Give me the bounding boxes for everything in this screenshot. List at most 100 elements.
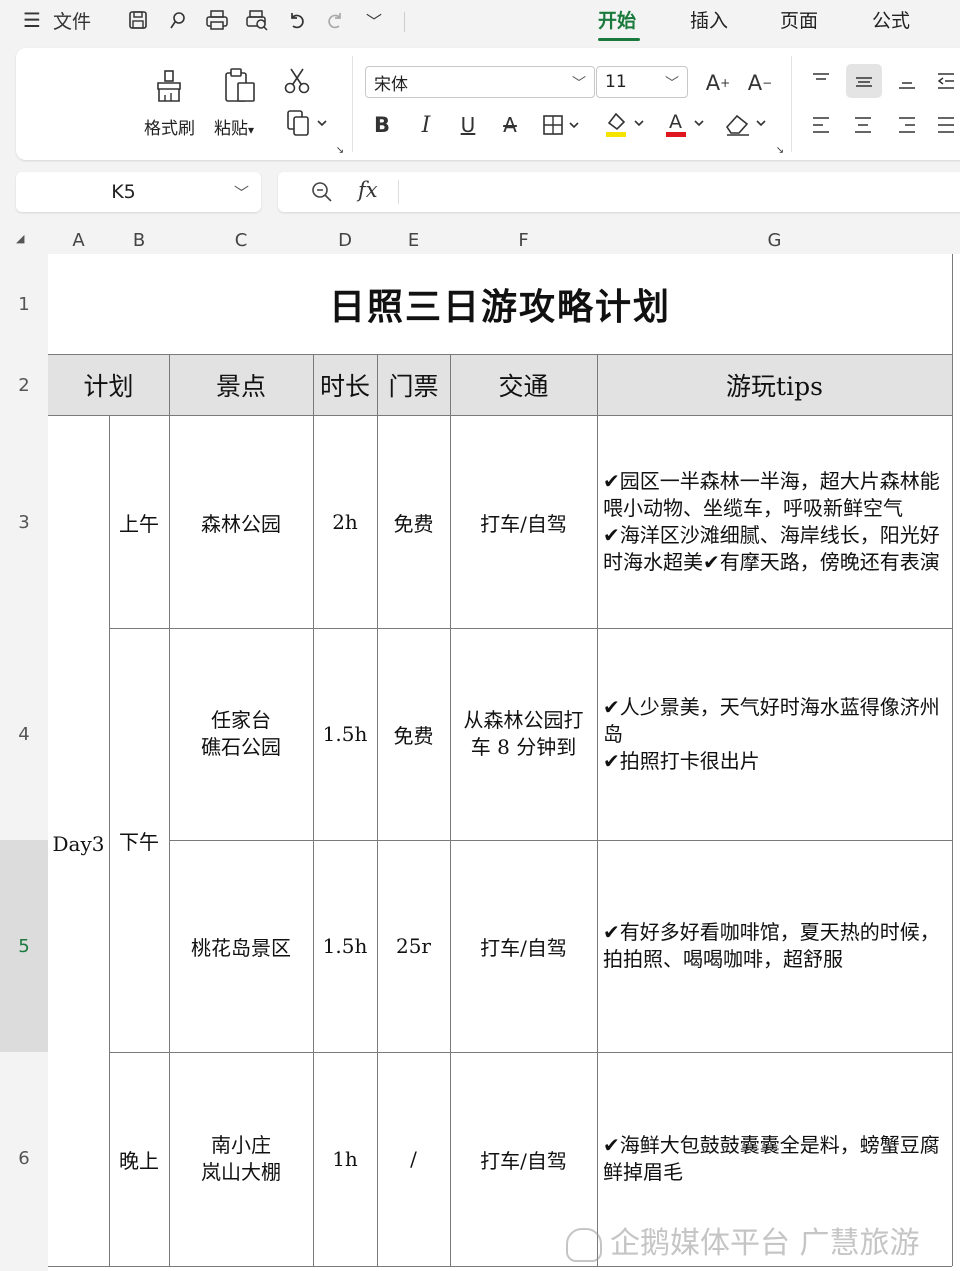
header-plan[interactable]: 计划 (48, 354, 169, 416)
header-duration[interactable]: 时长 (313, 354, 377, 416)
clear-format-icon[interactable] (722, 108, 772, 140)
header-transport[interactable]: 交通 (450, 354, 597, 416)
transport-cell[interactable]: 打车/自驾 (450, 840, 597, 1052)
tab-page[interactable]: 页面 (780, 6, 818, 33)
font-launcher-icon[interactable]: ↘ (774, 144, 786, 156)
strikethrough-icon[interactable]: A (496, 110, 524, 140)
transport-cell[interactable]: 打车/自驾 (450, 416, 597, 628)
spot-cell[interactable]: 森林公园 (169, 416, 313, 628)
worksheet[interactable]: 日照三日游攻略计划 计划 景点 时长 门票 交通 游玩tips Day3 上午 … (48, 254, 960, 1271)
justify-icon[interactable] (932, 110, 960, 140)
tips-cell[interactable]: ✔人少景美，天气好时海水蓝得像济州岛 ✔拍照打卡很出片 (597, 628, 952, 840)
gridline (109, 628, 952, 629)
row-header-5[interactable]: 5 (0, 840, 50, 1052)
row-header-4[interactable]: 4 (0, 628, 48, 840)
gridline (48, 1266, 952, 1267)
chevron-down-icon[interactable]: ﹀ (234, 182, 249, 203)
row-header-6[interactable]: 6 (0, 1052, 48, 1264)
bold-icon[interactable]: B (368, 110, 396, 140)
underline-icon[interactable]: U (454, 110, 482, 140)
spot-cell[interactable]: 桃花岛景区 (169, 840, 313, 1052)
gridline (313, 354, 314, 1266)
paste-icon[interactable] (222, 66, 258, 104)
tab-formula[interactable]: 公式 (872, 6, 910, 33)
transport-cell[interactable]: 从森林公园打车 8 分钟到 (450, 628, 597, 840)
export-icon[interactable] (164, 7, 192, 33)
tab-insert[interactable]: 插入 (690, 6, 728, 33)
chevron-down-icon[interactable]: ﹀ (362, 7, 386, 33)
fill-color-icon[interactable] (602, 108, 650, 140)
column-header-a[interactable]: A (48, 226, 109, 254)
paste-label[interactable]: 粘贴▾ (214, 114, 254, 139)
function-icon[interactable]: fx (358, 178, 378, 202)
tab-home[interactable]: 开始 (598, 6, 636, 33)
menu-icon[interactable]: ☰ (22, 7, 42, 33)
redo-icon[interactable] (322, 7, 348, 33)
column-header-f[interactable]: F (450, 226, 597, 254)
column-header-g[interactable]: G (597, 226, 952, 254)
ticket-cell[interactable]: / (377, 1052, 450, 1266)
spot-cell[interactable]: 南小庄 岚山大棚 (169, 1052, 313, 1266)
row-header-1[interactable]: 1 (0, 254, 48, 354)
align-center-icon[interactable] (848, 110, 878, 140)
column-header-e[interactable]: E (377, 226, 450, 254)
font-size-select[interactable]: 11 ﹀ (596, 66, 688, 98)
ribbon: 格式刷 粘贴▾ ↘ 宋体 ﹀ 11 ﹀ A + A − B I U A A ↘ (16, 48, 960, 160)
align-right-icon[interactable] (892, 110, 922, 140)
cut-icon[interactable] (280, 66, 314, 96)
save-icon[interactable] (124, 7, 152, 33)
period-morning[interactable]: 上午 (109, 416, 169, 628)
font-name-select[interactable]: 宋体 ﹀ (365, 66, 595, 98)
align-top-icon[interactable] (806, 66, 836, 96)
row-header-3[interactable]: 3 (0, 416, 48, 628)
formula-bar: fx (278, 172, 960, 212)
svg-text:A: A (669, 111, 682, 133)
italic-icon[interactable]: I (412, 110, 440, 140)
duration-cell[interactable]: 1.5h (313, 628, 377, 840)
header-tips[interactable]: 游玩tips (597, 354, 952, 416)
align-bottom-icon[interactable] (892, 66, 922, 96)
title-bar: ☰ 文件 ﹀ 开始 插入 页面 公式 (0, 0, 960, 44)
copy-icon[interactable] (284, 108, 334, 138)
watermark: 企鹅媒体平台 广慧旅游 (566, 1218, 920, 1262)
header-ticket[interactable]: 门票 (377, 354, 450, 416)
ticket-cell[interactable]: 免费 (377, 416, 450, 628)
ticket-cell[interactable]: 25r (377, 840, 450, 1052)
sheet-title[interactable]: 日照三日游攻略计划 (48, 254, 952, 354)
gridline (169, 840, 952, 841)
period-evening[interactable]: 晚上 (109, 1052, 169, 1266)
align-middle-icon[interactable] (846, 64, 882, 98)
period-afternoon[interactable]: 下午 (109, 628, 169, 1052)
column-header-d[interactable]: D (313, 226, 377, 254)
duration-cell[interactable]: 1.5h (313, 840, 377, 1052)
spot-cell[interactable]: 任家台 礁石公园 (169, 628, 313, 840)
clipboard-launcher-icon[interactable]: ↘ (334, 144, 346, 156)
undo-icon[interactable] (284, 7, 310, 33)
file-menu[interactable]: 文件 (50, 7, 94, 33)
column-header-c[interactable]: C (169, 226, 313, 254)
increase-font-icon[interactable]: A + (702, 68, 734, 98)
name-box[interactable]: K5 ﹀ (16, 172, 261, 212)
indent-left-icon[interactable] (932, 66, 960, 96)
decrease-font-icon[interactable]: A − (744, 68, 776, 98)
select-all-corner[interactable]: ◢ (16, 232, 24, 245)
zoom-search-icon[interactable] (310, 180, 336, 204)
duration-cell[interactable]: 2h (313, 416, 377, 628)
day-label[interactable]: Day3 (48, 416, 109, 1271)
row-header-2[interactable]: 2 (0, 354, 48, 416)
print-preview-icon[interactable] (242, 7, 272, 33)
column-header-b[interactable]: B (109, 226, 169, 254)
format-painter-icon[interactable] (152, 68, 188, 104)
borders-icon[interactable] (540, 110, 588, 140)
format-painter-label[interactable]: 格式刷 (144, 114, 195, 139)
print-icon[interactable] (202, 7, 232, 33)
ticket-cell[interactable]: 免费 (377, 628, 450, 840)
tips-cell[interactable]: ✔园区一半森林一半海，超大片森林能喂小动物、坐缆车，呼吸新鲜空气 ✔海洋区沙滩细… (597, 416, 952, 628)
gridline (597, 354, 598, 1266)
font-color-icon[interactable]: A (662, 108, 710, 140)
header-spot[interactable]: 景点 (169, 354, 313, 416)
duration-cell[interactable]: 1h (313, 1052, 377, 1266)
tips-cell[interactable]: ✔有好多好看咖啡馆，夏天热的时候，拍拍照、喝喝咖啡，超舒服 (597, 840, 952, 1052)
align-left-icon[interactable] (806, 110, 836, 140)
name-box-value[interactable]: K5 (16, 172, 231, 212)
